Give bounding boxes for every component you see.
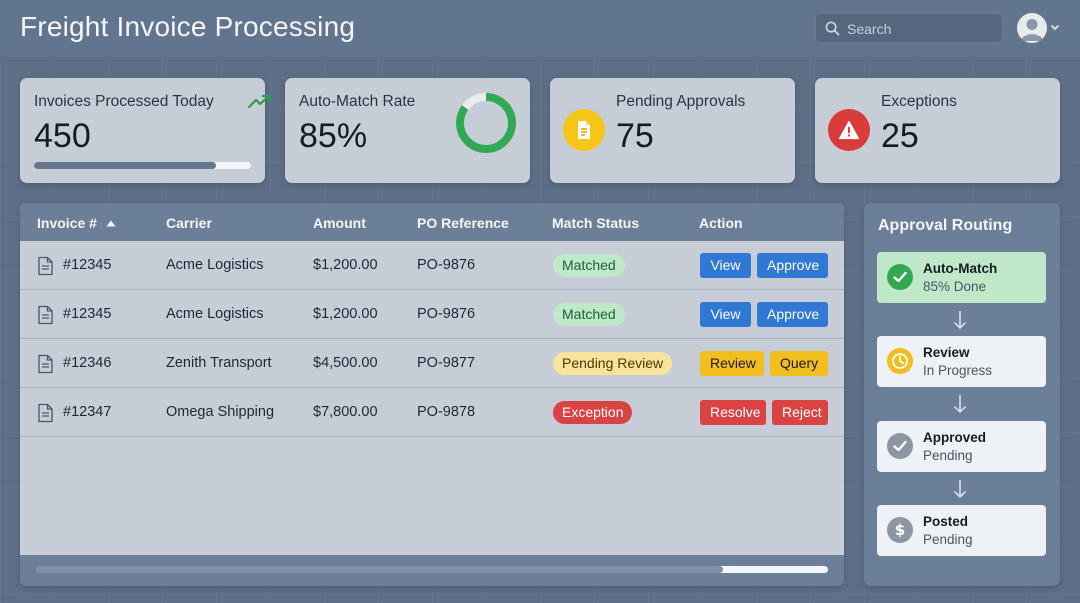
table-row[interactable]: #12346 Zenith Transport $4,500.00 PO-987… xyxy=(20,339,844,388)
kpi-value: 85% xyxy=(299,117,368,155)
approval-routing-panel: Approval Routing Auto-Match 85% Done Rev… xyxy=(864,203,1060,586)
column-header-carrier[interactable]: Carrier xyxy=(166,215,212,231)
invoice-amount: $1,200.00 xyxy=(313,257,378,273)
column-header-po[interactable]: PO Reference xyxy=(417,215,509,231)
step-status: Pending xyxy=(923,532,973,547)
trend-up-icon xyxy=(248,94,271,109)
arrow-down-icon xyxy=(953,311,967,330)
arrow-down-icon xyxy=(953,480,967,499)
carrier-name: Zenith Transport xyxy=(166,355,272,371)
invoice-table: Invoice # Carrier Amount PO Reference Ma… xyxy=(20,203,844,586)
column-header-invoice[interactable]: Invoice # xyxy=(37,215,116,231)
search-box[interactable] xyxy=(815,13,1003,43)
kpi-card-pending: Pending Approvals 75 xyxy=(550,78,795,183)
approve-button[interactable]: Approve xyxy=(757,253,828,278)
warning-icon xyxy=(828,109,870,151)
invoice-number: #12346 xyxy=(63,355,112,371)
invoice-amount: $7,800.00 xyxy=(313,404,378,420)
arrow-down-icon xyxy=(953,395,967,414)
app-title: Freight Invoice Processing xyxy=(20,11,356,42)
invoice-amount: $4,500.00 xyxy=(313,355,378,371)
panel-title: Approval Routing xyxy=(878,217,1013,234)
dollar-icon: $ xyxy=(887,517,913,543)
column-header-label: Invoice # xyxy=(37,215,97,231)
step-title: Review xyxy=(923,345,970,360)
kpi-card-exceptions: Exceptions 25 xyxy=(815,78,1060,183)
reject-button[interactable]: Reject xyxy=(772,400,828,425)
po-reference: PO-9876 xyxy=(417,257,476,273)
column-header-action: Action xyxy=(699,215,743,231)
user-icon xyxy=(1021,19,1043,41)
scrollbar-thumb[interactable] xyxy=(36,566,723,573)
table-row[interactable]: #12347 Omega Shipping $7,800.00 PO-9878 … xyxy=(20,388,844,437)
po-reference: PO-9877 xyxy=(417,355,476,371)
progress-bar xyxy=(34,162,251,169)
query-button[interactable]: Query xyxy=(770,351,828,376)
kpi-value: 450 xyxy=(34,117,91,155)
check-circle-icon xyxy=(887,264,913,290)
approve-button[interactable]: Approve xyxy=(757,302,828,327)
table-row[interactable]: #12345 Acme Logistics $1,200.00 PO-9876 … xyxy=(20,241,844,290)
kpi-value: 25 xyxy=(881,117,919,155)
invoice-amount: $1,200.00 xyxy=(313,306,378,322)
resolve-button[interactable]: Resolve xyxy=(700,400,766,425)
invoice-number: #12345 xyxy=(63,257,112,273)
view-button[interactable]: View xyxy=(700,302,751,327)
step-title: Posted xyxy=(923,514,969,529)
search-input[interactable] xyxy=(847,19,997,39)
clock-icon xyxy=(887,348,913,374)
review-button[interactable]: Review xyxy=(700,351,764,376)
kpi-value: 75 xyxy=(616,117,654,155)
step-status: Pending xyxy=(923,448,973,463)
kpi-label: Auto-Match Rate xyxy=(299,93,416,110)
chevron-down-icon[interactable] xyxy=(1050,24,1060,31)
routing-step-auto-match[interactable]: Auto-Match 85% Done xyxy=(877,252,1046,303)
carrier-name: Omega Shipping xyxy=(166,404,275,420)
column-header-amount[interactable]: Amount xyxy=(313,215,366,231)
column-header-status[interactable]: Match Status xyxy=(552,215,639,231)
po-reference: PO-9878 xyxy=(417,404,476,420)
kpi-card-invoices: Invoices Processed Today 450 xyxy=(20,78,271,183)
progress-fill xyxy=(34,162,217,169)
document-icon xyxy=(38,403,53,423)
po-reference: PO-9876 xyxy=(417,306,476,322)
routing-step-review[interactable]: Review In Progress xyxy=(877,336,1046,387)
table-header: Invoice # Carrier Amount PO Reference Ma… xyxy=(20,203,844,241)
top-bar: Freight Invoice Processing xyxy=(0,0,1080,58)
routing-step-approved[interactable]: Approved Pending xyxy=(877,421,1046,472)
step-title: Approved xyxy=(923,430,987,445)
document-icon xyxy=(38,305,53,325)
status-badge: Matched xyxy=(553,254,625,277)
status-badge: Exception xyxy=(553,401,633,424)
table-row[interactable]: #12345 Acme Logistics $1,200.00 PO-9876 … xyxy=(20,290,844,339)
invoice-number: #12347 xyxy=(63,404,112,420)
carrier-name: Acme Logistics xyxy=(166,306,264,322)
step-title: Auto-Match xyxy=(923,261,998,276)
invoice-number: #12345 xyxy=(63,306,112,322)
kpi-label: Pending Approvals xyxy=(616,93,746,110)
view-button[interactable]: View xyxy=(700,253,751,278)
sort-ascending-icon[interactable] xyxy=(106,220,116,227)
donut-ring xyxy=(456,93,516,153)
routing-step-posted[interactable]: $ Posted Pending xyxy=(877,505,1046,556)
status-badge: Pending Review xyxy=(553,352,673,375)
document-icon xyxy=(38,354,53,374)
kpi-card-automatch: Auto-Match Rate 85% xyxy=(285,78,530,183)
step-status: 85% Done xyxy=(923,279,987,294)
search-icon xyxy=(825,21,840,36)
horizontal-scrollbar[interactable] xyxy=(20,555,844,586)
check-circle-icon xyxy=(887,433,913,459)
step-status: In Progress xyxy=(923,363,993,378)
avatar[interactable] xyxy=(1017,13,1047,43)
document-icon xyxy=(563,109,605,151)
status-badge: Matched xyxy=(553,303,625,326)
kpi-label: Exceptions xyxy=(881,93,957,110)
svg-text:$: $ xyxy=(895,521,905,539)
carrier-name: Acme Logistics xyxy=(166,257,264,273)
document-icon xyxy=(38,256,53,276)
kpi-label: Invoices Processed Today xyxy=(34,93,214,110)
